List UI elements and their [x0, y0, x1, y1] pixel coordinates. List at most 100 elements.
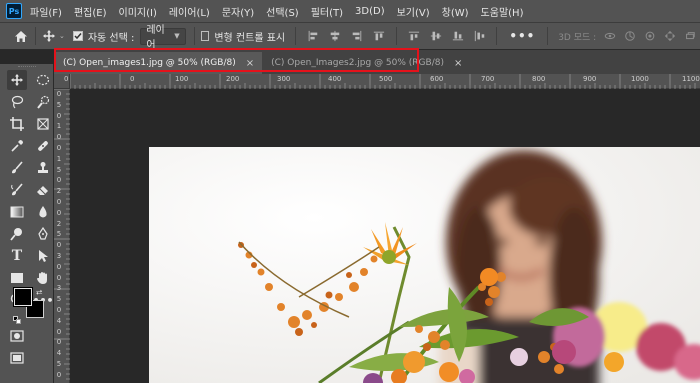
ruler-label: 0 — [64, 75, 69, 83]
quick-mask-icon[interactable] — [7, 326, 27, 346]
ruler-label: 0 — [56, 111, 62, 120]
3d-scale-icon[interactable] — [684, 29, 696, 43]
distribute-horizontal-icon[interactable] — [474, 29, 486, 43]
move-tool-icon[interactable] — [7, 70, 27, 90]
ruler-label: 0 — [56, 262, 62, 271]
ruler-label: 0 — [130, 75, 135, 83]
align-left-edges-icon[interactable] — [307, 29, 319, 43]
crop-icon[interactable] — [7, 114, 27, 134]
3d-slide-icon[interactable] — [664, 29, 676, 43]
auto-select-target-value: 레이어 — [146, 25, 165, 51]
screen-mode-icon[interactable] — [7, 348, 27, 368]
menu-file[interactable]: 파일(F) — [30, 4, 62, 19]
brush-icon[interactable] — [7, 158, 27, 178]
panel-grip — [18, 66, 36, 68]
move-tool-preset-icon[interactable]: ⌄ — [42, 29, 65, 43]
ruler-label: 3 — [56, 284, 62, 293]
vertical-ruler[interactable]: 0 5 0 1 0 0 1 5 0 2 0 0 2 5 0 3 0 0 3 5 0 4 0 0 4 5 0 — [54, 89, 70, 383]
close-icon[interactable]: × — [246, 58, 254, 69]
ruler-label: 0 — [56, 338, 62, 347]
gradient-icon[interactable] — [7, 202, 27, 222]
transform-controls-label: 변형 컨트롤 표시 — [214, 32, 286, 44]
ruler-label: 0 — [56, 176, 62, 185]
default-colors-icon[interactable] — [13, 316, 21, 324]
quick-selection-icon[interactable] — [33, 92, 53, 112]
transform-controls-checkbox[interactable] — [200, 31, 210, 41]
close-icon[interactable]: × — [454, 58, 462, 69]
ruler-label: 0 — [56, 306, 62, 314]
align-top-edges-icon[interactable] — [373, 29, 385, 43]
menu-type[interactable]: 문자(Y) — [222, 4, 254, 19]
ruler-label: 500 — [379, 75, 393, 83]
align-right-edges-icon[interactable] — [351, 29, 363, 43]
auto-select-label: 자동 선택 : — [87, 32, 135, 44]
distribute-bottom-icon[interactable] — [452, 29, 464, 43]
menu-view[interactable]: 보기(V) — [397, 4, 430, 19]
menu-select[interactable]: 선택(S) — [266, 4, 299, 19]
ruler-label: 5 — [56, 360, 62, 368]
type-icon[interactable]: T — [7, 246, 27, 266]
history-brush-icon[interactable] — [7, 180, 27, 200]
ellipse-marquee-icon[interactable] — [33, 70, 53, 90]
menu-layer[interactable]: 레이어(L) — [169, 4, 210, 19]
eraser-icon[interactable] — [33, 180, 53, 200]
menu-help[interactable]: 도움말(H) — [481, 4, 524, 19]
clone-stamp-icon[interactable] — [33, 158, 53, 178]
ruler-label: 1 — [56, 122, 62, 131]
options-bar: ⌄ 자동 선택 : 레이어 ▼ 변형 컨트롤 표시 ••• 3D 모드 : — [0, 22, 700, 51]
menu-window[interactable]: 창(W) — [442, 4, 469, 19]
menu-filter[interactable]: 필터(T) — [311, 4, 343, 19]
document-image[interactable] — [149, 147, 700, 383]
align-horizontal-centers-icon[interactable] — [329, 29, 341, 43]
ruler-label: 700 — [481, 75, 495, 83]
separator — [496, 27, 498, 45]
3d-mode-label: 3D 모드 : — [558, 32, 597, 43]
ruler-label: 100 — [175, 75, 189, 83]
ruler-label: 600 — [430, 75, 444, 83]
rectangle-icon[interactable] — [7, 268, 27, 288]
hand-icon[interactable] — [33, 268, 53, 288]
pen-icon[interactable] — [33, 224, 53, 244]
ruler-label: 0 — [56, 370, 62, 379]
ruler-label: 400 — [328, 75, 342, 83]
ruler-label: 0 — [56, 327, 62, 336]
eyedropper-icon[interactable] — [7, 136, 27, 156]
more-options-icon[interactable]: ••• — [509, 29, 535, 43]
frame-icon[interactable] — [33, 114, 53, 134]
lasso-icon[interactable] — [7, 92, 27, 112]
tab-title: (C) Open_images1.jpg @ 50% (RGB/8) — [63, 58, 236, 68]
auto-select-checkbox[interactable] — [72, 31, 83, 41]
separator — [193, 27, 195, 45]
tab-open-images2[interactable]: (C) Open_Images2.jpg @ 50% (RGB/8) × — [262, 52, 471, 74]
ruler-label: 0 — [56, 241, 62, 250]
home-icon[interactable] — [12, 26, 29, 46]
blur-icon[interactable] — [33, 202, 53, 222]
healing-brush-icon[interactable] — [33, 136, 53, 156]
3d-roll-icon[interactable] — [624, 29, 636, 43]
menu-image[interactable]: 이미지(I) — [119, 4, 157, 19]
ruler-label: 0 — [56, 273, 62, 282]
dodge-icon[interactable] — [7, 224, 27, 244]
document-tab-bar: (C) Open_images1.jpg @ 50% (RGB/8) × (C)… — [54, 50, 700, 74]
menu-3d[interactable]: 3D(D) — [355, 6, 385, 17]
ruler-label: 900 — [583, 75, 597, 83]
ruler-label: 5 — [56, 165, 62, 174]
canvas-workspace[interactable] — [71, 90, 700, 383]
separator — [547, 27, 549, 45]
ruler-label: 0 — [56, 133, 62, 142]
ruler-label: 200 — [226, 75, 240, 83]
ruler-label: 0 — [56, 198, 62, 206]
3d-orbit-icon[interactable] — [604, 29, 616, 43]
menu-edit[interactable]: 편집(E) — [74, 4, 107, 19]
foreground-color-swatch[interactable] — [13, 287, 33, 307]
tab-open-images1[interactable]: (C) Open_images1.jpg @ 50% (RGB/8) × — [54, 52, 263, 74]
path-selection-icon[interactable] — [33, 246, 53, 266]
ruler-label: 5 — [56, 100, 62, 109]
distribute-top-icon[interactable] — [408, 29, 420, 43]
3d-pan-icon[interactable] — [644, 29, 656, 43]
auto-select-target-select[interactable]: 레이어 ▼ — [140, 25, 186, 51]
horizontal-ruler[interactable]: 0 0 100 200 300 400 500 600 700 800 900 … — [64, 74, 700, 89]
swap-colors-icon[interactable]: ⮂ — [36, 288, 42, 298]
ruler-label: 5 — [56, 295, 62, 304]
distribute-vertical-centers-icon[interactable] — [430, 29, 442, 43]
